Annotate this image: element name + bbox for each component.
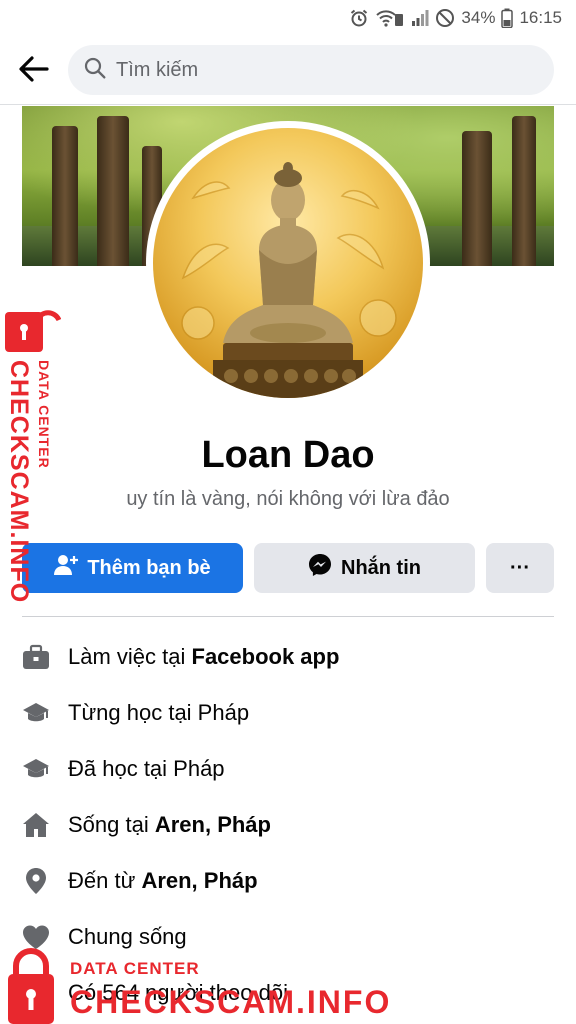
graduation-cap-icon xyxy=(22,699,50,727)
more-icon: ··· xyxy=(510,556,530,579)
profile-avatar[interactable] xyxy=(146,121,430,405)
cover-tree xyxy=(97,116,129,266)
battery-percent: 34% xyxy=(461,8,496,27)
search-icon xyxy=(84,57,106,84)
messenger-icon xyxy=(308,553,332,583)
intro-lives-in-text: Sống tại Aren, Pháp xyxy=(68,812,271,838)
battery-icon xyxy=(501,8,514,28)
watermark-bottom-large: CHECKSCAM.INFO xyxy=(70,984,392,1020)
info-prefix: Làm việc tại xyxy=(68,644,192,669)
graduation-cap-icon xyxy=(22,755,50,783)
wifi-call-icon xyxy=(375,8,405,28)
intro-education[interactable]: Đã học tại Pháp xyxy=(22,741,554,797)
cover-tree xyxy=(52,126,78,266)
arrow-left-icon xyxy=(19,55,49,87)
info-bold: Aren, Pháp xyxy=(154,812,271,837)
search-header: Tìm kiếm xyxy=(0,38,576,104)
lock-icon xyxy=(3,308,62,359)
avatar-image xyxy=(153,128,423,398)
profile-name: Loan Dao xyxy=(201,434,375,476)
intro-from[interactable]: Đến từ Aren, Pháp xyxy=(22,853,554,909)
more-options-button[interactable]: ··· xyxy=(486,543,554,593)
home-icon xyxy=(22,811,50,839)
signal-icon xyxy=(411,9,429,27)
watermark-text: CHECKSCAM.INFO xyxy=(5,360,33,604)
header-divider xyxy=(0,104,576,105)
watermark-bottom-small: DATA CENTER xyxy=(70,959,200,978)
message-button[interactable]: Nhắn tin xyxy=(254,543,475,593)
intro-education-text: Đã học tại Pháp xyxy=(68,756,225,782)
back-button[interactable] xyxy=(14,51,54,91)
message-label: Nhắn tin xyxy=(341,556,421,579)
status-icons: 34% 16:15 xyxy=(349,8,562,28)
section-divider xyxy=(22,616,554,617)
info-bold: Aren, Pháp xyxy=(141,868,258,893)
watermark-text: DATA CENTER xyxy=(36,360,52,469)
intro-work-text: Làm việc tại Facebook app xyxy=(68,644,339,670)
briefcase-icon xyxy=(22,643,50,671)
add-friend-label: Thêm bạn bè xyxy=(87,556,211,579)
info-prefix: Đến từ xyxy=(68,868,142,893)
intro-education-past[interactable]: Từng học tại Pháp xyxy=(22,685,554,741)
search-placeholder: Tìm kiếm xyxy=(116,58,199,81)
watermark-side: CHECKSCAM.INFO DATA CENTER xyxy=(3,308,63,603)
status-bar: 34% 16:15 xyxy=(0,0,576,36)
cover-tree xyxy=(512,116,536,266)
watermark-bottom: DATA CENTER CHECKSCAM.INFO xyxy=(0,944,576,1024)
location-pin-icon xyxy=(22,867,50,895)
watermark-side-small: DATA CENTER xyxy=(36,360,52,480)
watermark-side-large: CHECKSCAM.INFO xyxy=(5,360,33,603)
alarm-icon xyxy=(349,8,369,28)
info-bold: Facebook app xyxy=(191,644,340,669)
clock: 16:15 xyxy=(519,8,562,27)
info-prefix: Từng học tại Pháp xyxy=(68,700,250,725)
profile-bio: uy tín là vàng, nói không với lừa đảo xyxy=(126,488,450,510)
do-not-disturb-icon xyxy=(435,8,455,28)
intro-work[interactable]: Làm việc tại Facebook app xyxy=(22,629,554,685)
lock-icon xyxy=(6,948,56,1024)
intro-education-past-text: Từng học tại Pháp xyxy=(68,700,249,726)
info-prefix: Đã học tại Pháp xyxy=(68,756,225,781)
search-input[interactable]: Tìm kiếm xyxy=(68,45,554,95)
info-prefix: Sống tại xyxy=(68,812,155,837)
intro-from-text: Đến từ Aren, Pháp xyxy=(68,868,258,894)
intro-lives-in[interactable]: Sống tại Aren, Pháp xyxy=(22,797,554,853)
cover-tree xyxy=(462,131,492,266)
